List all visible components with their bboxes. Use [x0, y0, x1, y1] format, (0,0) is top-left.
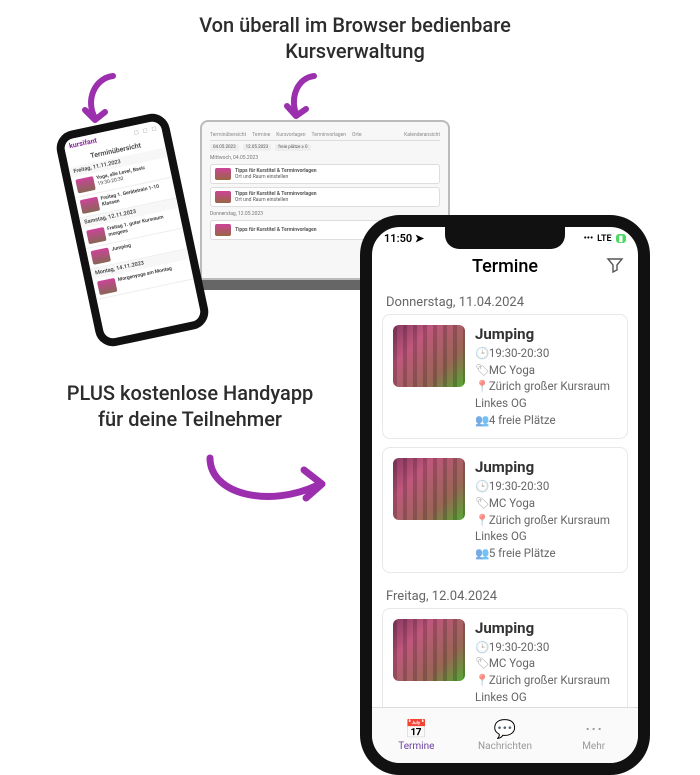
- event-name: Jumping: [475, 619, 617, 637]
- page-title: Termine: [372, 250, 638, 287]
- headline-left: PLUS kostenlose Handyapp für deine Teiln…: [55, 380, 325, 432]
- clock-icon: 🕒: [475, 639, 486, 656]
- tab-icon: 📅: [405, 719, 427, 740]
- tab-icon: ⋯: [585, 719, 603, 740]
- event-name: Jumping: [475, 458, 617, 476]
- pin-icon: 📍: [475, 672, 486, 689]
- host-icon: 🏷: [475, 362, 486, 379]
- event-name: Jumping: [475, 325, 617, 343]
- event-list[interactable]: Donnerstag, 11.04.2024Jumping🕒 19:30-20:…: [372, 287, 638, 707]
- event-card[interactable]: Jumping🕒 19:30-20:30🏷 MC Yoga📍 Zürich gr…: [382, 447, 628, 572]
- tab-bar[interactable]: 📅Termine💬Nachrichten⋯Mehr: [372, 707, 638, 763]
- pin-icon: 📍: [475, 378, 486, 395]
- tab-mehr[interactable]: ⋯Mehr: [549, 708, 638, 763]
- location-icon: ➤: [415, 232, 424, 245]
- day-header: Freitag, 12.04.2024: [382, 581, 628, 608]
- seats-icon: 👥: [475, 545, 486, 562]
- tab-nachrichten[interactable]: 💬Nachrichten: [461, 708, 550, 763]
- seats-icon: 👥: [475, 412, 486, 429]
- event-card[interactable]: Jumping🕒 19:30-20:30🏷 MC Yoga📍 Zürich gr…: [382, 314, 628, 439]
- filter-icon[interactable]: [606, 256, 624, 279]
- tab-termine[interactable]: 📅Termine: [372, 708, 461, 763]
- laptop-nav: TerminübersichtTermineKursvorlagenTermin…: [210, 130, 440, 141]
- event-thumb: [393, 619, 465, 681]
- phone-small: kursifant ◻◻◻ Terminübersicht Freitag, 1…: [53, 110, 211, 349]
- event-thumb: [393, 325, 465, 387]
- pin-icon: 📍: [475, 512, 486, 529]
- event-card[interactable]: Jumping🕒 19:30-20:30🏷 MC Yoga📍 Zürich gr…: [382, 608, 628, 707]
- laptop-filters: 04.05.202312.05.2023freie plätze ≥ 0: [210, 144, 440, 151]
- host-icon: 🏷: [475, 655, 486, 672]
- clock-icon: 🕒: [475, 345, 486, 362]
- host-icon: 🏷: [475, 495, 486, 512]
- event-thumb: [393, 458, 465, 520]
- day-header: Donnerstag, 11.04.2024: [382, 287, 628, 314]
- notch-icon: [445, 227, 565, 249]
- tab-icon: 💬: [494, 719, 516, 740]
- headline-top: Von überall im Browser bedienbare Kursve…: [195, 12, 515, 64]
- clock-icon: 🕒: [475, 478, 486, 495]
- phone-big: 11:50 ➤ •••LTE▮ Termine Donnerstag, 11.0…: [360, 215, 650, 775]
- arrow-icon: [200, 440, 335, 520]
- arrow-icon: [280, 70, 325, 125]
- battery-icon: ▮: [616, 234, 626, 243]
